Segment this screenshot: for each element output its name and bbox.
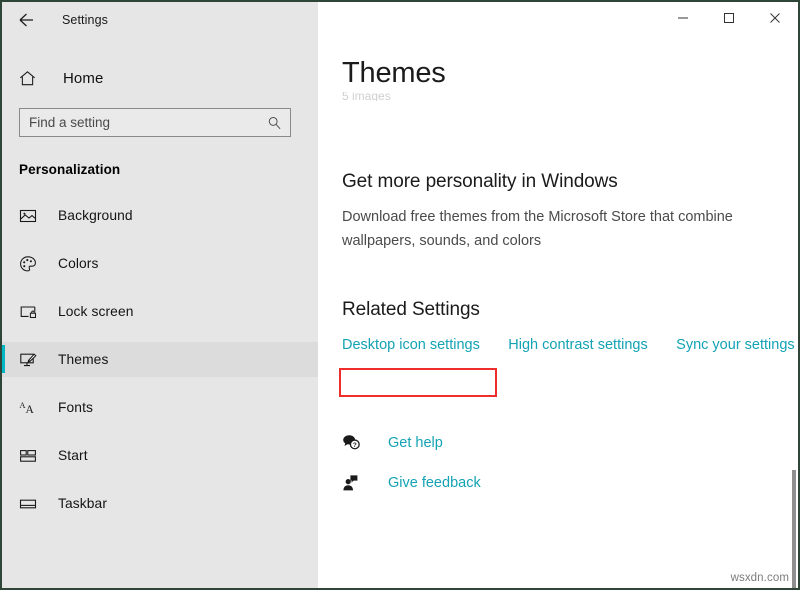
sidebar-item-label: Start	[58, 448, 88, 463]
maximize-icon	[723, 12, 735, 24]
sidebar-item-home[interactable]: Home	[2, 62, 318, 94]
high-contrast-settings-link[interactable]: High contrast settings	[508, 337, 647, 353]
sidebar-item-label: Themes	[58, 352, 108, 367]
get-help-row[interactable]: ? Get help	[342, 432, 798, 454]
sidebar-item-label: Fonts	[58, 400, 93, 415]
desktop-icon-settings-link[interactable]: Desktop icon settings	[342, 337, 480, 353]
close-button[interactable]	[752, 2, 798, 33]
back-button[interactable]	[4, 4, 48, 36]
give-feedback-row[interactable]: Give feedback	[342, 472, 798, 494]
sidebar-item-themes[interactable]: Themes	[2, 342, 318, 377]
sync-your-settings-link[interactable]: Sync your settings	[676, 337, 794, 353]
maximize-button[interactable]	[706, 2, 752, 33]
sidebar-item-start[interactable]: Start	[2, 438, 318, 473]
home-label: Home	[63, 70, 103, 87]
lock-screen-icon	[19, 303, 41, 321]
svg-text:?: ?	[353, 442, 357, 449]
font-icon: A A	[19, 399, 41, 417]
start-tiles-icon	[19, 447, 41, 465]
link-row: Sync your settings	[676, 336, 794, 354]
search-icon	[267, 115, 282, 130]
promo-heading: Get more personality in Windows	[342, 171, 798, 193]
give-feedback-link[interactable]: Give feedback	[388, 475, 481, 491]
link-row: Desktop icon settings	[342, 336, 480, 354]
sidebar-item-colors[interactable]: Colors	[2, 246, 318, 281]
brush-icon	[19, 351, 41, 369]
selection-indicator	[2, 345, 5, 373]
minimize-button[interactable]	[660, 2, 706, 33]
sidebar-item-label: Taskbar	[58, 496, 107, 511]
close-icon	[769, 12, 781, 24]
related-settings-links: Desktop icon settings High contrast sett…	[318, 336, 798, 372]
title-bar-left: Settings	[2, 2, 318, 38]
window-controls	[318, 2, 798, 38]
related-settings-heading: Related Settings	[342, 299, 798, 321]
minimize-icon	[677, 12, 689, 24]
support-links: ? Get help Give feedback	[318, 432, 798, 494]
get-help-link[interactable]: Get help	[388, 435, 443, 451]
watermark: wsxdn.com	[731, 572, 789, 584]
image-icon	[19, 207, 41, 225]
sidebar-item-label: Lock screen	[58, 304, 134, 319]
sidebar-item-background[interactable]: Background	[2, 198, 318, 233]
title-bar: Settings	[2, 2, 798, 38]
home-icon	[18, 69, 42, 88]
feedback-person-icon	[342, 474, 366, 492]
sidebar-group-title: Personalization	[19, 162, 318, 177]
search-input[interactable]	[20, 109, 290, 136]
sidebar-nav: Background Colors	[2, 198, 318, 521]
sidebar-item-label: Background	[58, 208, 133, 223]
back-arrow-icon	[16, 10, 36, 30]
taskbar-icon	[19, 495, 41, 513]
promo-body: Download free themes from the Microsoft …	[342, 205, 754, 253]
sidebar-item-label: Colors	[58, 256, 98, 271]
sidebar-item-fonts[interactable]: A A Fonts	[2, 390, 318, 425]
settings-window: Settings	[0, 0, 800, 590]
content-scrollbar[interactable]	[792, 470, 796, 588]
search-box[interactable]	[19, 108, 291, 137]
page-title: Themes	[342, 57, 798, 90]
clipped-subtext: 5 images	[342, 92, 798, 101]
link-row: High contrast settings	[508, 336, 647, 354]
content-pane: Themes 5 images Get more personality in …	[318, 38, 798, 588]
sidebar-item-taskbar[interactable]: Taskbar	[2, 486, 318, 521]
window-title: Settings	[62, 13, 108, 27]
svg-text:A: A	[26, 404, 35, 416]
help-bubble-icon: ?	[342, 434, 366, 452]
sidebar-item-lock-screen[interactable]: Lock screen	[2, 294, 318, 329]
sidebar: Home Personalization	[2, 38, 318, 588]
palette-icon	[19, 255, 41, 273]
